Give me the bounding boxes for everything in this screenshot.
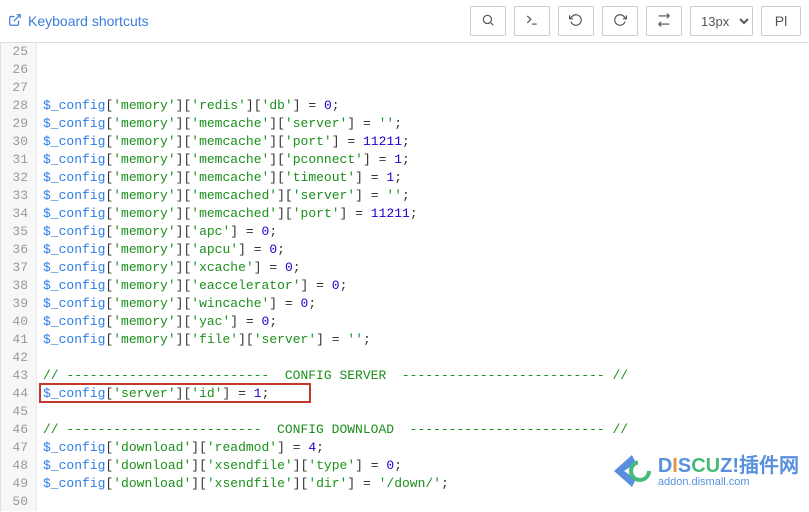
- line-number: 34: [9, 205, 28, 223]
- line-number: 37: [9, 259, 28, 277]
- line-number: 44: [9, 385, 28, 403]
- code-line[interactable]: $_config['memory']['xcache'] = 0;: [43, 259, 809, 277]
- line-number: 26: [9, 61, 28, 79]
- line-number: 46: [9, 421, 28, 439]
- code-line[interactable]: $_config['memory']['memcached']['server'…: [43, 187, 809, 205]
- font-size-select[interactable]: 13px: [690, 6, 753, 36]
- logo-icon: [612, 453, 652, 492]
- code-line[interactable]: $_config['memory']['memcache']['port'] =…: [43, 133, 809, 151]
- code-line[interactable]: $_config['memory']['redis']['db'] = 0;: [43, 97, 809, 115]
- line-number: 43: [9, 367, 28, 385]
- code-line[interactable]: // ------------------------- CONFIG DOWN…: [43, 421, 809, 439]
- code-line[interactable]: $_config['memory']['memcache']['server']…: [43, 115, 809, 133]
- search-icon: [481, 13, 495, 30]
- search-button[interactable]: [470, 6, 506, 36]
- line-number: 41: [9, 331, 28, 349]
- line-number: 33: [9, 187, 28, 205]
- line-number: 39: [9, 295, 28, 313]
- line-number: 28: [9, 97, 28, 115]
- line-number: 38: [9, 277, 28, 295]
- code-line[interactable]: [43, 493, 809, 511]
- code-line[interactable]: $_config['memory']['file']['server'] = '…: [43, 331, 809, 349]
- line-number: 48: [9, 457, 28, 475]
- line-number: 50: [9, 493, 28, 511]
- code-editor[interactable]: 2526272829303132333435363738394041424344…: [0, 43, 809, 511]
- code-line[interactable]: // -------------------------- CONFIG SER…: [43, 367, 809, 385]
- code-line[interactable]: $_config['memory']['memcache']['pconnect…: [43, 151, 809, 169]
- code-line[interactable]: $_config['memory']['yac'] = 0;: [43, 313, 809, 331]
- line-number: 35: [9, 223, 28, 241]
- watermark-url: addon.dismall.com: [658, 477, 799, 489]
- line-number: 49: [9, 475, 28, 493]
- quick-button[interactable]: Pl: [761, 6, 801, 36]
- code-line[interactable]: $_config['memory']['memcached']['port'] …: [43, 205, 809, 223]
- code-line[interactable]: $_config['memory']['apc'] = 0;: [43, 223, 809, 241]
- code-area[interactable]: $_config['memory']['redis']['db'] = 0;$_…: [37, 43, 809, 511]
- line-gutter: 2526272829303132333435363738394041424344…: [1, 43, 37, 511]
- line-number: 32: [9, 169, 28, 187]
- undo-button[interactable]: [558, 6, 594, 36]
- swap-button[interactable]: [646, 6, 682, 36]
- line-number: 27: [9, 79, 28, 97]
- code-line[interactable]: $_config['server']['id'] = 1;: [43, 385, 809, 403]
- code-line[interactable]: $_config['memory']['memcache']['timeout'…: [43, 169, 809, 187]
- code-line[interactable]: [43, 403, 809, 421]
- redo-icon: [613, 13, 627, 30]
- line-number: 42: [9, 349, 28, 367]
- external-link-icon: [8, 13, 22, 30]
- terminal-icon: [525, 13, 539, 30]
- undo-icon: [569, 13, 583, 30]
- watermark-brand: DISCUZ!插件网: [658, 456, 799, 477]
- terminal-button[interactable]: [514, 6, 550, 36]
- redo-button[interactable]: [602, 6, 638, 36]
- line-number: 31: [9, 151, 28, 169]
- code-line[interactable]: [43, 349, 809, 367]
- watermark: DISCUZ!插件网 addon.dismall.com: [612, 453, 799, 492]
- keyboard-shortcuts-link[interactable]: Keyboard shortcuts: [28, 13, 149, 29]
- line-number: 40: [9, 313, 28, 331]
- toolbar-left: Keyboard shortcuts: [8, 13, 149, 30]
- line-number: 45: [9, 403, 28, 421]
- code-line[interactable]: $_config['memory']['wincache'] = 0;: [43, 295, 809, 313]
- toolbar: Keyboard shortcuts: [0, 0, 809, 43]
- line-number: 29: [9, 115, 28, 133]
- line-number: 36: [9, 241, 28, 259]
- swap-icon: [657, 13, 671, 30]
- line-number: 30: [9, 133, 28, 151]
- watermark-text: DISCUZ!插件网 addon.dismall.com: [658, 456, 799, 489]
- code-line[interactable]: $_config['memory']['eaccelerator'] = 0;: [43, 277, 809, 295]
- line-number: 47: [9, 439, 28, 457]
- line-number: 25: [9, 43, 28, 61]
- toolbar-right: 13px Pl: [470, 6, 801, 36]
- code-line[interactable]: $_config['memory']['apcu'] = 0;: [43, 241, 809, 259]
